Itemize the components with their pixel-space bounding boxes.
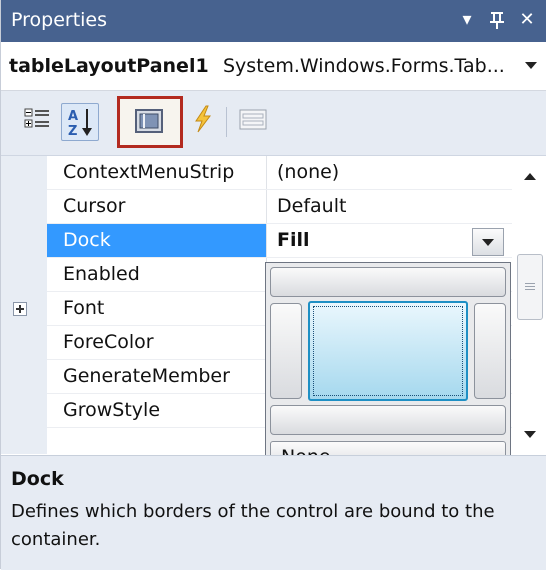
- object-selector[interactable]: tableLayoutPanel1 System.Windows.Forms.T…: [1, 42, 546, 91]
- description-title: Dock: [11, 468, 64, 490]
- categorized-button[interactable]: [21, 103, 59, 141]
- properties-button[interactable]: [117, 96, 183, 148]
- property-name: Dock: [63, 229, 111, 251]
- property-name: GenerateMember: [63, 365, 230, 387]
- properties-toolbar: A Z: [1, 91, 546, 156]
- dock-top-button[interactable]: [270, 267, 506, 297]
- property-name: ContextMenuStrip: [63, 161, 235, 183]
- dock-editor-popup: None: [265, 262, 511, 478]
- property-value[interactable]: (none): [277, 156, 339, 189]
- scroll-thumb[interactable]: [517, 254, 543, 320]
- description-text: Defines which borders of the control are…: [11, 501, 495, 550]
- svg-text:A: A: [68, 109, 78, 124]
- close-icon[interactable]: ✕: [515, 7, 539, 33]
- window-title: Properties: [11, 9, 108, 31]
- title-bar: Properties ▾ ✕: [1, 0, 546, 42]
- property-name: GrowStyle: [63, 399, 161, 421]
- dock-fill-button[interactable]: [308, 301, 468, 401]
- selected-object-type: System.Windows.Forms.Tab...: [223, 55, 505, 77]
- expand-plus-icon[interactable]: [13, 302, 27, 316]
- property-pages-icon: [239, 109, 267, 130]
- auto-hide-pin-icon[interactable]: [485, 7, 509, 33]
- properties-icon: [135, 109, 163, 133]
- scroll-down-icon[interactable]: [524, 431, 536, 438]
- scroll-up-icon[interactable]: [524, 173, 536, 180]
- chevron-down-icon[interactable]: [525, 62, 537, 69]
- toolbar-separator: [226, 107, 227, 137]
- pin-icon: [490, 12, 504, 29]
- description-panel: Dock Defines which borders of the contro…: [1, 455, 546, 570]
- alphabetical-sort-icon: A Z: [68, 109, 92, 139]
- property-value[interactable]: Fill: [277, 224, 310, 257]
- column-divider: [266, 224, 267, 257]
- events-button[interactable]: [187, 103, 225, 141]
- property-name: Cursor: [63, 195, 126, 217]
- property-name: Font: [63, 297, 105, 319]
- property-row-cursor[interactable]: Cursor Default: [47, 190, 512, 224]
- column-divider: [266, 190, 267, 223]
- property-value[interactable]: Default: [277, 190, 346, 223]
- svg-text:Z: Z: [68, 124, 77, 139]
- dock-dropdown-button[interactable]: [472, 228, 504, 256]
- dock-bottom-button[interactable]: [270, 405, 506, 435]
- properties-window: Properties ▾ ✕ tableLayoutPanel1 System.…: [0, 0, 546, 570]
- property-row-dock[interactable]: Dock Fill: [47, 224, 512, 258]
- property-name: Enabled: [63, 263, 140, 285]
- events-lightning-icon: [195, 105, 211, 133]
- vertical-scrollbar[interactable]: [512, 156, 546, 454]
- selected-object-name: tableLayoutPanel1: [9, 55, 209, 77]
- property-name: ForeColor: [63, 331, 154, 353]
- property-pages-button[interactable]: [237, 103, 275, 141]
- property-row-contextmenustrip[interactable]: ContextMenuStrip (none): [47, 156, 512, 190]
- alphabetical-button[interactable]: A Z: [61, 103, 99, 141]
- window-position-dropdown-icon[interactable]: ▾: [455, 7, 479, 33]
- dock-right-button[interactable]: [474, 303, 506, 399]
- dock-left-button[interactable]: [270, 303, 302, 399]
- column-divider: [266, 156, 267, 189]
- categorized-icon: [24, 108, 49, 128]
